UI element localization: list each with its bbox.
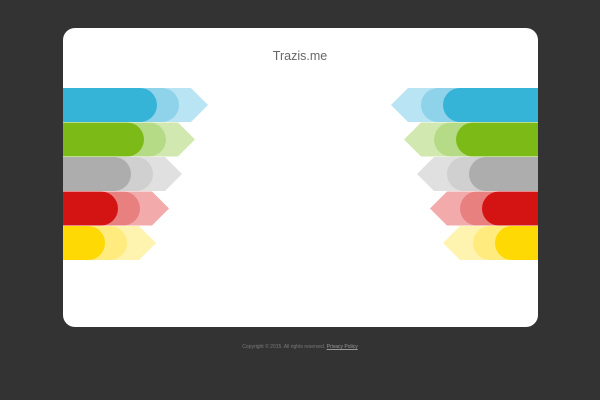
privacy-policy-link[interactable]: Privacy Policy bbox=[327, 344, 358, 350]
right-stripe-green-bar bbox=[456, 122, 538, 157]
right-stripe-blue-bar bbox=[443, 88, 538, 122]
left-stripe-green-bar bbox=[63, 122, 144, 157]
left-stripe-red-bar bbox=[63, 191, 118, 226]
site-title: Trazis.me bbox=[272, 49, 328, 63]
left-stripe-blue-bar bbox=[63, 88, 157, 122]
parked-domain-page: Trazis.me Copyright © 2015. All rights r… bbox=[0, 0, 600, 400]
right-stripe-red-bar bbox=[482, 191, 538, 226]
right-stripe-gray-bar bbox=[469, 157, 538, 191]
left-stripe-yellow-bar bbox=[63, 226, 105, 260]
left-stripe-group bbox=[63, 88, 208, 260]
left-stripe-gray-bar bbox=[63, 157, 131, 191]
right-stripe-group bbox=[391, 88, 538, 260]
footer: Copyright © 2015. All rights reserved. P… bbox=[0, 344, 600, 351]
copyright-text: Copyright © 2015. All rights reserved. bbox=[242, 344, 326, 350]
right-stripe-yellow-bar bbox=[495, 226, 538, 260]
